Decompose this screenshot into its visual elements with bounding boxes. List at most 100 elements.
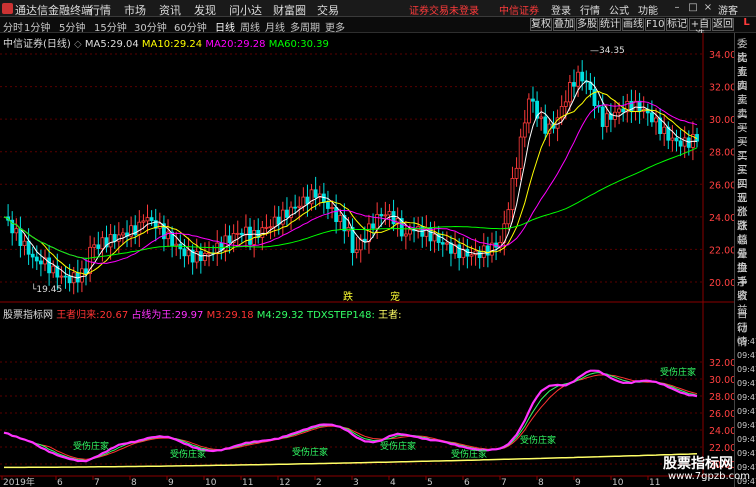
date-tick-label: 8: [538, 478, 544, 487]
candle-body: [186, 249, 191, 257]
candle-body: [244, 226, 248, 236]
date-tick-label: 2: [316, 478, 322, 487]
ma5-label: MA5:: [84, 39, 111, 50]
candle-body: [477, 250, 482, 259]
candle-body: [682, 137, 687, 147]
candle-body: [637, 100, 642, 112]
ma20-label: MA20:: [205, 39, 237, 50]
quote-sidebar: 委比 卖五 卖四 卖三 卖二 卖一 买一 买二 买三 买四 买五 现价 涨跌 涨…: [734, 33, 756, 487]
date-tick-label: 9: [168, 478, 174, 487]
candle-body: [387, 211, 392, 216]
price-tick-label: 22.00: [709, 245, 736, 256]
candle-body: [47, 257, 52, 274]
candle-body: [260, 227, 265, 238]
candle-body: [108, 234, 113, 248]
candle-body: [330, 207, 334, 209]
candle-body: [576, 71, 580, 87]
ma60-label: MA60:: [268, 39, 301, 50]
candle-body: [518, 136, 523, 169]
price-tick-label: 34.00: [709, 50, 736, 61]
k6-label: 王者:: [378, 310, 402, 321]
candle-body: [272, 216, 277, 228]
candle-body: [670, 137, 675, 141]
indicator-tick-label: 32.00: [709, 358, 736, 369]
tick-time: 09:47: [737, 379, 756, 388]
tick-time: 09:47: [737, 365, 756, 374]
watermark-title: 股票指标网: [663, 456, 733, 472]
indicator-signal-label: 受伤庄家: [520, 434, 556, 446]
candle-body: [379, 214, 384, 217]
candle-body: [617, 108, 621, 113]
candle-body: [367, 223, 371, 243]
candle-body: [522, 122, 527, 138]
candle-body: [543, 116, 548, 134]
main-chart-legend: 中信证券(日线) ◇ MA5:29.04 MA10:29.24 MA20:29.…: [3, 39, 329, 50]
k1-value: 20.67: [99, 310, 129, 321]
candle-body: [338, 215, 343, 223]
candle-body: [539, 116, 544, 119]
candle-body: [30, 253, 35, 258]
candle-body: [334, 207, 339, 223]
indicator-signal-label: 受伤庄家: [451, 448, 487, 460]
price-tick-label: 32.00: [709, 83, 736, 94]
ma10-label: MA10:: [141, 39, 174, 50]
candle-body: [145, 217, 150, 222]
candle-body: [444, 242, 449, 245]
candle-body: [432, 233, 437, 242]
price-tick-label: 26.00: [709, 180, 736, 191]
indicator-signal-label: 受伤庄家: [380, 440, 416, 452]
tick-time: 09:47: [737, 393, 756, 402]
candle-body: [301, 196, 306, 207]
date-tick-label: 3: [353, 478, 359, 487]
candle-body: [674, 137, 679, 142]
tick-time: 09:47: [737, 435, 756, 444]
candle-body: [654, 117, 658, 123]
candle-body: [354, 249, 359, 253]
candle-body: [18, 228, 23, 246]
date-tick-label: 4: [390, 478, 396, 487]
candle-body: [141, 220, 146, 223]
indicator-tick-label: 28.00: [709, 392, 736, 403]
k3-value: 29.18: [224, 310, 254, 321]
candle-body: [26, 240, 31, 255]
date-tick-label: 11: [649, 478, 660, 487]
candle-body: [203, 252, 207, 262]
chart-canvas[interactable]: 34.00 32.00 30.00 28.00 26.00 24.00 22.00 20.00…: [0, 0, 756, 487]
candle-body: [112, 234, 117, 242]
candle-body: [59, 275, 64, 278]
date-tick-label: 11: [242, 478, 253, 487]
tick-time: 09:47: [737, 421, 756, 430]
candle-body: [383, 214, 388, 217]
candle-body: [96, 244, 101, 249]
tick-time: 09:47: [737, 407, 756, 416]
candle-body: [248, 226, 252, 245]
candle-body: [563, 101, 568, 107]
date-tick-label: 8: [131, 478, 137, 487]
candle-body: [469, 254, 474, 257]
candle-body: [326, 202, 330, 209]
high-price-label: —34.35: [590, 46, 625, 56]
date-tick-label: 10: [612, 478, 624, 487]
date-tick-label: 9: [575, 478, 581, 487]
date-tick-label: 7: [94, 478, 100, 487]
candle-body: [408, 229, 412, 235]
tick-time: 09:47: [737, 449, 756, 458]
candle-body: [268, 226, 273, 229]
candle-body: [137, 221, 142, 236]
k4-label: M4:: [256, 310, 276, 321]
candle-body: [567, 82, 572, 103]
tick-time: 09:47: [737, 351, 756, 360]
candle-body: [174, 243, 179, 247]
indicator-signal-label: 受伤庄家: [292, 446, 328, 458]
k2-label: 占线为王:: [131, 310, 175, 321]
candle-body: [264, 226, 269, 229]
price-tick-label: 24.00: [709, 213, 736, 224]
candle-body: [506, 209, 511, 225]
price-tick-label: 20.00: [709, 278, 736, 289]
signal-marker: 宠: [390, 290, 400, 303]
ma60-value: 30.39: [300, 39, 329, 50]
indicator-signal-label: 受伤庄家: [73, 440, 109, 452]
candle-body: [39, 260, 43, 265]
candle-body: [182, 248, 187, 257]
candle-body: [485, 245, 490, 256]
